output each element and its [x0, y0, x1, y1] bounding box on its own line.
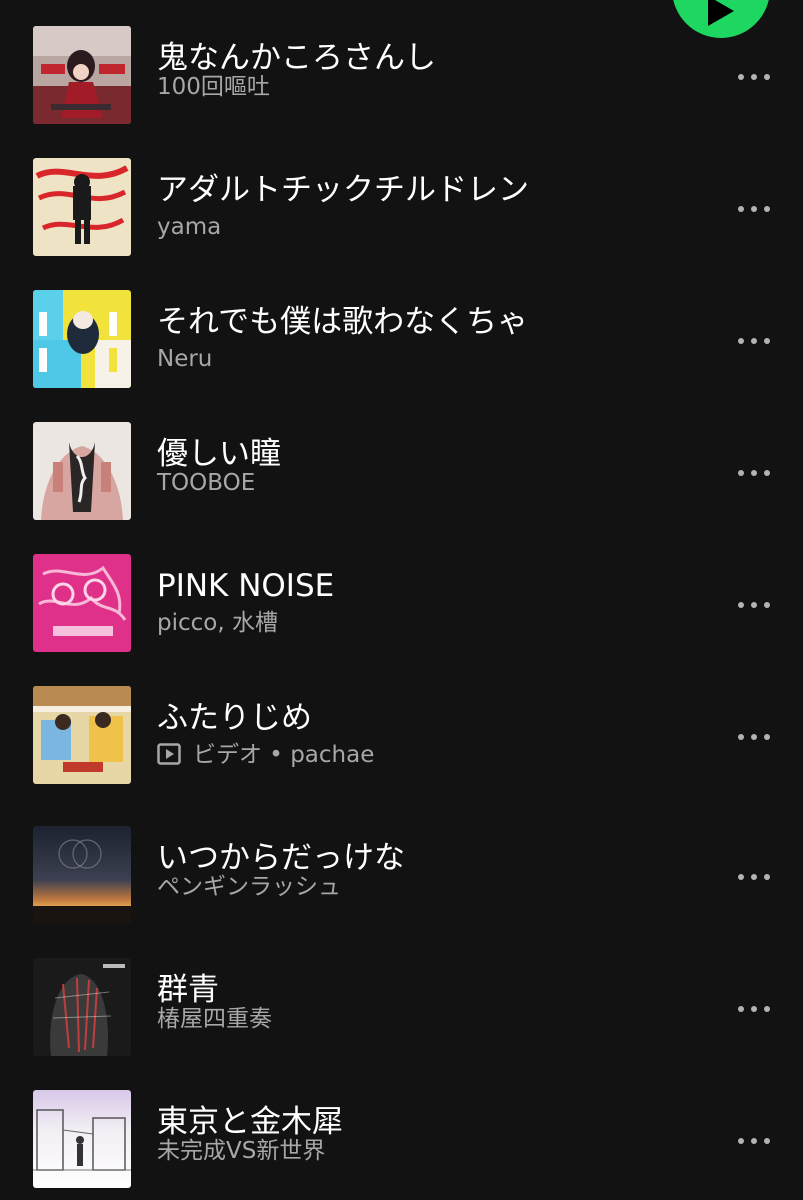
track-row[interactable]: ふたりじめ ビデオ • pachae — [0, 660, 803, 792]
album-art — [33, 1090, 131, 1188]
track-title: それでも僕は歌わなくちゃ — [157, 304, 529, 340]
track-artist: picco, 水槽 — [157, 610, 278, 636]
ellipsis-icon — [738, 1138, 744, 1144]
track-row[interactable]: 群青 椿屋四重奏 — [0, 932, 803, 1064]
track-row[interactable]: 鬼なんかころさんし 100回嘔吐 — [0, 0, 803, 132]
more-options-button[interactable] — [728, 994, 778, 1024]
ellipsis-icon — [738, 206, 744, 212]
track-artist: Neru — [157, 346, 213, 372]
video-icon — [157, 743, 181, 765]
track-artist: TOOBOE — [157, 470, 256, 496]
track-list: 鬼なんかころさんし 100回嘔吐 アダルトチックチルドレン yama それでも僕… — [0, 0, 803, 1200]
track-row[interactable]: アダルトチックチルドレン yama — [0, 132, 803, 264]
album-art — [33, 290, 131, 388]
more-options-button[interactable] — [728, 62, 778, 92]
track-artist: 椿屋四重奏 — [157, 1006, 272, 1032]
ellipsis-icon — [738, 602, 744, 608]
track-artist: 未完成VS新世界 — [157, 1138, 326, 1164]
track-subtitle: ビデオ • pachae — [157, 740, 374, 770]
track-artist: ペンギンラッシュ — [157, 874, 341, 900]
track-title: アダルトチックチルドレン — [157, 172, 529, 208]
more-options-button[interactable] — [728, 590, 778, 620]
album-art — [33, 422, 131, 520]
ellipsis-icon — [738, 470, 744, 476]
track-row[interactable]: それでも僕は歌わなくちゃ Neru — [0, 264, 803, 396]
track-artist: ビデオ • pachae — [193, 742, 375, 768]
album-art — [33, 958, 131, 1056]
more-options-button[interactable] — [728, 1126, 778, 1156]
track-title: ふたりじめ — [157, 700, 312, 736]
track-artist: 100回嘔吐 — [157, 74, 270, 100]
track-row[interactable]: 優しい瞳 TOOBOE — [0, 396, 803, 528]
more-options-button[interactable] — [728, 722, 778, 752]
track-row[interactable]: 東京と金木犀 未完成VS新世界 — [0, 1064, 803, 1196]
ellipsis-icon — [738, 734, 744, 740]
more-options-button[interactable] — [728, 862, 778, 892]
more-options-button[interactable] — [728, 194, 778, 224]
album-art — [33, 158, 131, 256]
track-title: PINK NOISE — [157, 568, 335, 604]
ellipsis-icon — [738, 874, 744, 880]
ellipsis-icon — [738, 338, 744, 344]
ellipsis-icon — [738, 74, 744, 80]
album-art — [33, 826, 131, 924]
track-row[interactable]: PINK NOISE picco, 水槽 — [0, 528, 803, 660]
album-art — [33, 554, 131, 652]
album-art — [33, 686, 131, 784]
more-options-button[interactable] — [728, 458, 778, 488]
album-art — [33, 26, 131, 124]
more-options-button[interactable] — [728, 326, 778, 356]
track-row[interactable]: いつからだっけな ペンギンラッシュ — [0, 800, 803, 932]
ellipsis-icon — [738, 1006, 744, 1012]
track-artist: yama — [157, 214, 222, 240]
